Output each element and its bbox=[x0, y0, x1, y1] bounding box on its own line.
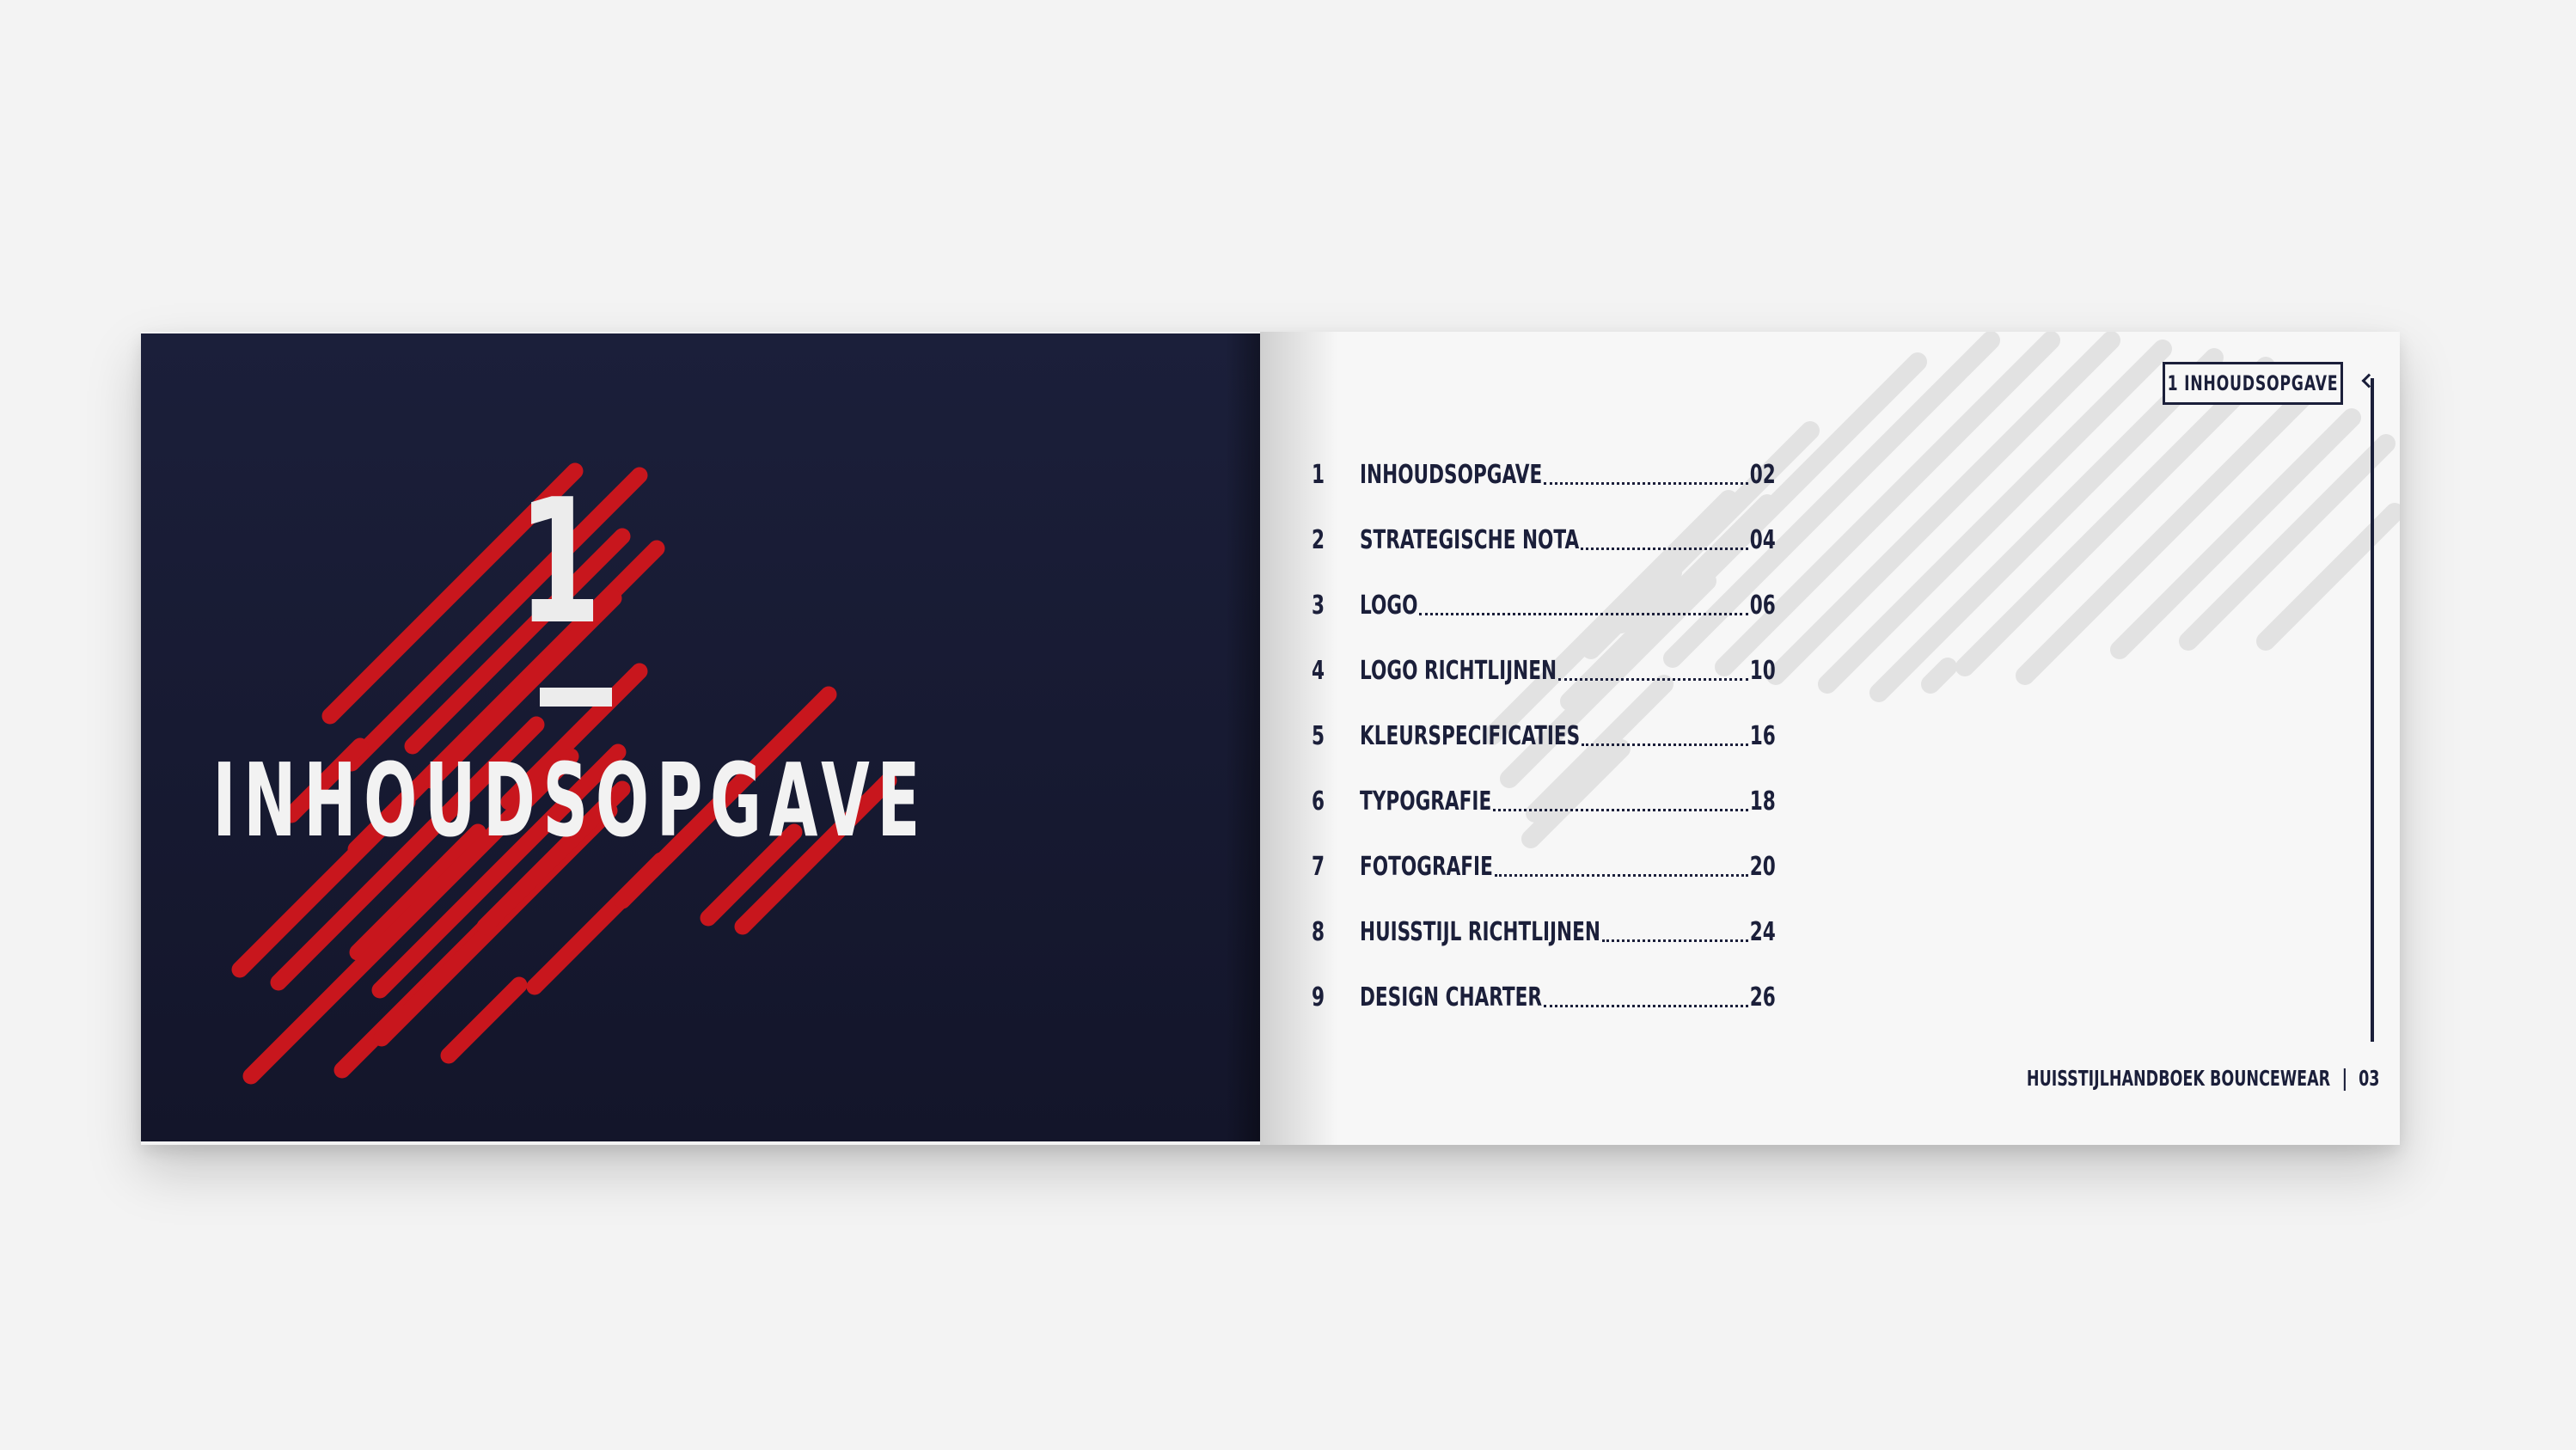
toc-item-number: 6 bbox=[1312, 786, 1325, 817]
toc-item-label: DESIGN CHARTER bbox=[1360, 982, 1543, 1013]
toc-item-label: TYPOGRAFIE bbox=[1360, 786, 1492, 817]
toc-item-leader-dots bbox=[1581, 548, 1748, 550]
toc-item: 8 HUISSTIJL RICHTLIJNEN 24 bbox=[1312, 913, 1776, 951]
toc-item: 2 STRATEGISCHE NOTA 04 bbox=[1312, 521, 1776, 559]
footer-page-number: 03 bbox=[2358, 1065, 2379, 1091]
toc-item-leader-dots bbox=[1419, 613, 1748, 615]
footer-separator bbox=[2343, 1068, 2346, 1091]
chapter-number: 1 bbox=[517, 462, 602, 663]
chapter-number-underline bbox=[540, 688, 612, 707]
toc-item: 1 INHOUDSOPGAVE 02 bbox=[1312, 456, 1776, 493]
toc-item-leader-dots bbox=[1494, 874, 1748, 877]
toc-item-number: 8 bbox=[1312, 916, 1325, 947]
toc-item-number: 4 bbox=[1312, 655, 1325, 686]
toc-item-number: 9 bbox=[1312, 982, 1325, 1013]
cover-page bbox=[141, 333, 1260, 1141]
toc-item-label: LOGO RICHTLIJNEN bbox=[1360, 655, 1557, 686]
toc-item: 4 LOGO RICHTLIJNEN 10 bbox=[1312, 652, 1776, 689]
toc-item-number: 1 bbox=[1312, 459, 1325, 490]
toc-item-label: FOTOGRAFIE bbox=[1360, 851, 1493, 882]
toc-item-number: 5 bbox=[1312, 720, 1325, 751]
footer-document-title: HUISSTIJLHANDBOEK BOUNCEWEAR bbox=[2026, 1065, 2330, 1091]
toc-item-page: 26 bbox=[1749, 982, 1776, 1013]
toc-item-page: 10 bbox=[1749, 655, 1776, 686]
toc-item-label: INHOUDSOPGAVE bbox=[1360, 459, 1543, 490]
toc-item: 9 DESIGN CHARTER 26 bbox=[1312, 978, 1776, 1016]
toc-item-label: KLEURSPECIFICATIES bbox=[1360, 720, 1581, 751]
toc-item-page: 06 bbox=[1749, 590, 1776, 621]
toc-item-label: HUISSTIJL RICHTLIJNEN bbox=[1360, 916, 1600, 947]
toc-item-leader-dots bbox=[1544, 1005, 1748, 1007]
toc-item: 5 KLEURSPECIFICATIES 16 bbox=[1312, 717, 1776, 755]
toc-item: 6 TYPOGRAFIE 18 bbox=[1312, 782, 1776, 820]
section-badge: 1 INHOUDSOPGAVE bbox=[2163, 362, 2343, 405]
toc-item-label: LOGO bbox=[1360, 590, 1418, 621]
toc-item-page: 20 bbox=[1749, 851, 1776, 882]
red-stripes-graphic bbox=[231, 462, 897, 1085]
toc-item-number: 2 bbox=[1312, 524, 1325, 555]
toc-item-label: STRATEGISCHE NOTA bbox=[1360, 524, 1580, 555]
page-footer: HUISSTIJLHANDBOEK BOUNCEWEAR 03 bbox=[1891, 1064, 2379, 1092]
toc-item-leader-dots bbox=[1558, 678, 1748, 681]
toc-item: 3 LOGO 06 bbox=[1312, 586, 1776, 624]
toc-item-leader-dots bbox=[1493, 809, 1748, 811]
vertical-rule bbox=[2371, 378, 2374, 1042]
section-badge-label: 1 INHOUDSOPGAVE bbox=[2167, 371, 2339, 395]
toc-item-number: 7 bbox=[1312, 851, 1325, 882]
toc-item-leader-dots bbox=[1582, 743, 1748, 746]
toc-item-page: 24 bbox=[1749, 916, 1776, 947]
toc-item-leader-dots bbox=[1544, 482, 1748, 485]
toc-item-leader-dots bbox=[1601, 939, 1748, 942]
cover-title: INHOUDSOPGAVE bbox=[212, 741, 928, 860]
toc-item-page: 18 bbox=[1749, 786, 1776, 817]
toc-item-number: 3 bbox=[1312, 590, 1325, 621]
toc-item-page: 02 bbox=[1749, 459, 1776, 490]
toc-item: 7 FOTOGRAFIE 20 bbox=[1312, 847, 1776, 885]
toc-item-page: 16 bbox=[1749, 720, 1776, 751]
toc-item-page: 04 bbox=[1749, 524, 1776, 555]
